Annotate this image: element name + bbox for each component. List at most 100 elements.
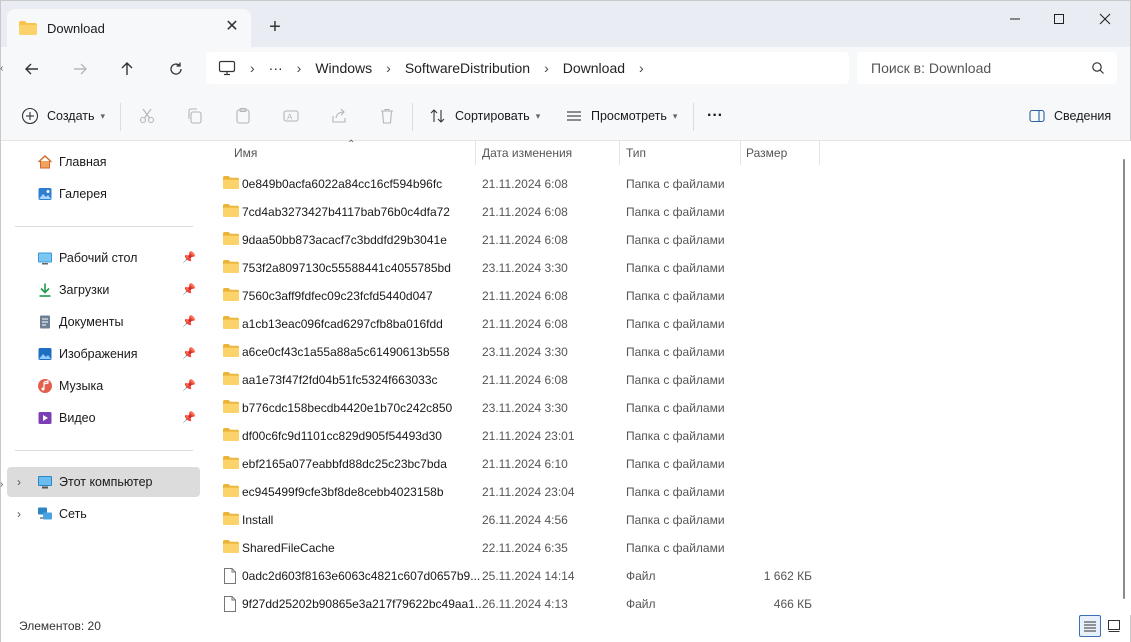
table-row[interactable]: 753f2a8097130c55588441c4055785bd 23.11.20…	[203, 253, 1118, 281]
table-row[interactable]: 7560c3aff9fdfec09c23fcfd5440d047 21.11.20…	[203, 281, 1118, 309]
table-row[interactable]: 9f27dd25202b90865e3a217f79622bc49aa1... 2…	[203, 589, 1118, 617]
sidebar-item-videos[interactable]: Видео 📌	[7, 403, 200, 433]
folder-icon	[223, 176, 239, 192]
file-type: Папка с файлами	[626, 261, 725, 275]
breadcrumb-softwaredistribution[interactable]: SoftwareDistribution	[405, 60, 530, 76]
sort-icon	[430, 109, 445, 123]
sort-button[interactable]: Сортировать ▾	[429, 105, 540, 127]
sidebar-item-documents[interactable]: Документы 📌	[7, 307, 200, 337]
copy-button[interactable]	[186, 105, 204, 127]
folder-icon	[223, 484, 239, 500]
command-bar: Создать ▾ A Сортировать ▾ Просмотреть ▾ …	[1, 91, 1130, 141]
sidebar-item-label: Музыка	[59, 379, 104, 393]
table-row[interactable]: 9daa50bb873acacf7c3bddfd29b3041e 21.11.20…	[203, 225, 1118, 253]
create-button[interactable]: Создать ▾	[21, 105, 105, 127]
search-icon	[1092, 62, 1104, 74]
table-row[interactable]: Install 26.11.2024 4:56 Папка с файлами	[203, 505, 1118, 533]
up-arrow-icon[interactable]	[113, 55, 141, 83]
table-row[interactable]: 0e849b0acfa6022a84cc16cf594b96fc 21.11.20…	[203, 169, 1118, 197]
file-date: 21.11.2024 23:04	[482, 485, 575, 499]
column-header-size[interactable]: Размер	[746, 141, 787, 165]
sidebar-item-network[interactable]: › Сеть	[7, 499, 200, 529]
chevron-right-icon[interactable]: ›	[297, 60, 302, 76]
file-date: 25.11.2024 14:14	[482, 569, 575, 583]
pin-icon[interactable]: 📌	[182, 251, 196, 264]
view-button[interactable]: Просмотреть ▾	[565, 105, 677, 127]
pin-icon[interactable]: 📌	[182, 347, 196, 360]
sidebar-item-music[interactable]: Музыка 📌	[7, 371, 200, 401]
breadcrumb-more[interactable]: ···	[269, 60, 283, 76]
sidebar-item-desktop[interactable]: Рабочий стол 📌	[7, 243, 200, 273]
table-row[interactable]: a1cb13eac096fcad6297cfb8ba016fdd 21.11.20…	[203, 309, 1118, 337]
minimize-icon[interactable]	[991, 1, 1039, 37]
column-divider[interactable]	[475, 141, 476, 165]
pin-icon[interactable]: 📌	[182, 315, 196, 328]
table-row[interactable]: b776cdc158becdb4420e1b70c242c850 23.11.20…	[203, 393, 1118, 421]
chevron-right-icon[interactable]: ›	[386, 60, 391, 76]
share-button[interactable]	[330, 105, 348, 127]
file-size: 1 662 КБ	[763, 569, 812, 583]
chevron-right-icon[interactable]: ›	[17, 475, 21, 489]
new-tab-icon[interactable]: +	[265, 17, 285, 37]
breadcrumb-windows[interactable]: Windows	[315, 60, 372, 76]
table-row[interactable]: 0adc2d603f8163e6063c4821c607d0657b9... 25…	[203, 561, 1118, 589]
file-type: Папка с файлами	[626, 317, 725, 331]
details-view-button[interactable]	[1079, 615, 1101, 637]
close-icon[interactable]	[1081, 1, 1129, 37]
table-row[interactable]: ebf2165a077eabbfd88dc25c23bc7bda 21.11.20…	[203, 449, 1118, 477]
table-row[interactable]: aa1e73f47f2fd04b51fc5324f663033c 21.11.20…	[203, 365, 1118, 393]
chevron-right-icon[interactable]: ›	[250, 60, 255, 76]
column-divider[interactable]	[619, 141, 620, 165]
pin-icon[interactable]: 📌	[182, 379, 196, 392]
column-header-date[interactable]: Дата изменения	[482, 141, 572, 165]
tab-close-icon[interactable]: ✕	[223, 18, 241, 36]
details-view-icon	[1084, 621, 1096, 632]
rename-button[interactable]: A	[282, 105, 300, 127]
table-row[interactable]: 7cd4ab3273427b4117bab76b0c4dfa72 21.11.20…	[203, 197, 1118, 225]
scrollbar-thumb[interactable]	[1123, 159, 1125, 599]
chevron-right-icon[interactable]: ›	[544, 60, 549, 76]
address-bar[interactable]: › ··· › Windows › SoftwareDistribution ›…	[206, 52, 849, 84]
search-input[interactable]: Поиск в: Download	[857, 52, 1117, 84]
tab-download[interactable]: Download ✕	[7, 9, 251, 47]
paste-button[interactable]	[234, 105, 252, 127]
folder-icon	[223, 512, 239, 528]
table-row[interactable]: ec945499f9cfe3bf8de8cebb4023158b 21.11.20…	[203, 477, 1118, 505]
column-divider[interactable]	[819, 141, 820, 165]
details-button[interactable]: Сведения	[1028, 105, 1111, 127]
file-type: Папка с файлами	[626, 541, 725, 555]
pin-icon[interactable]: 📌	[182, 283, 196, 296]
back-arrow-icon[interactable]	[18, 55, 46, 83]
refresh-icon[interactable]	[162, 55, 190, 83]
file-date: 21.11.2024 23:01	[482, 429, 575, 443]
tiles-view-button[interactable]	[1103, 615, 1125, 637]
table-row[interactable]: a6ce0cf43c1a55a88a5c61490613b558 23.11.20…	[203, 337, 1118, 365]
forward-arrow-icon[interactable]	[66, 55, 94, 83]
table-row[interactable]: SharedFileCache 22.11.2024 6:35 Папка с фа…	[203, 533, 1118, 561]
sidebar-item-home[interactable]: Главная	[7, 147, 200, 177]
maximize-icon[interactable]	[1035, 1, 1083, 37]
sidebar-item-label: Видео	[59, 411, 96, 425]
sidebar-item-downloads[interactable]: Загрузки 📌	[7, 275, 200, 305]
delete-button[interactable]	[378, 105, 396, 127]
chevron-right-icon[interactable]: ›	[17, 507, 21, 521]
sidebar-item-gallery[interactable]: Галерея	[7, 179, 200, 209]
cut-button[interactable]	[138, 105, 156, 127]
sidebar-item-this-pc[interactable]: › Этот компьютер	[7, 467, 200, 497]
videos-icon	[38, 412, 52, 424]
vertical-scrollbar[interactable]	[1118, 141, 1131, 615]
downloads-icon	[39, 283, 51, 297]
more-options-button[interactable]: ···	[707, 105, 723, 127]
sidebar-item-pictures[interactable]: Изображения 📌	[7, 339, 200, 369]
pin-icon[interactable]: 📌	[182, 411, 196, 424]
column-divider[interactable]	[740, 141, 741, 165]
column-header-name[interactable]: Имя	[234, 141, 257, 165]
breadcrumb-download[interactable]: Download	[563, 60, 625, 76]
chevron-right-icon[interactable]: ›	[639, 60, 644, 76]
table-row[interactable]: df00c6fc9d1101cc829d905f54493d30 21.11.20…	[203, 421, 1118, 449]
column-header-type[interactable]: Тип	[626, 141, 646, 165]
sidebar-item-label: Этот компьютер	[59, 475, 153, 489]
folder-icon	[223, 428, 239, 444]
file-date: 21.11.2024 6:08	[482, 317, 568, 331]
file-name: aa1e73f47f2fd04b51fc5324f663033c	[242, 373, 438, 387]
